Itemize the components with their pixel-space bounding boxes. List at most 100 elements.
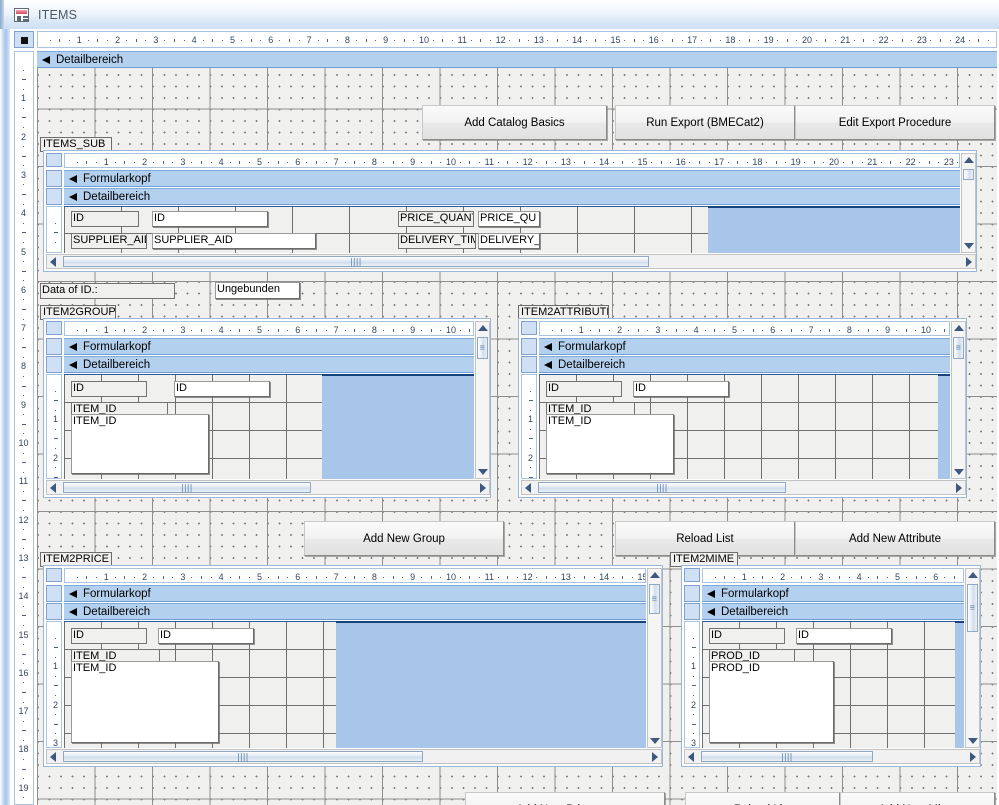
item2mime-vertical-scrollbar[interactable]: ≡ (965, 568, 980, 748)
edit-export-procedure-button[interactable]: Edit Export Procedure (795, 105, 995, 140)
reload-list-mime-button[interactable]: Reload List (685, 792, 840, 805)
item2group-horizontal-scrollbar[interactable]: |||| (46, 480, 490, 495)
window-left-edge (0, 0, 4, 29)
items-sub-price-quant-label[interactable]: PRICE_QUANT (398, 211, 474, 227)
item2group-header-selector[interactable] (46, 338, 62, 355)
main-detail-section-bar[interactable]: Detailbereich (37, 51, 997, 68)
add-new-pricetype-button[interactable]: Add New Pricetype (465, 792, 665, 805)
item2group-selector[interactable] (46, 321, 62, 335)
item2price-design-area[interactable]: ID ID ITEM_ID ITEM_ID (64, 621, 646, 748)
item2price-detail-selector[interactable] (46, 603, 62, 620)
item2mime-vertical-ruler[interactable]: 123 (684, 621, 700, 748)
items-sub-selection-region (708, 206, 960, 253)
item2mime-design-area[interactable]: ID ID PROD_ID PROD_ID (702, 621, 964, 748)
item2group-form-header-bar[interactable]: Formularkopf (64, 338, 474, 355)
item2price-id-label[interactable]: ID (71, 628, 147, 644)
item2price-horizontal-ruler[interactable]: 123456789101112131415 (64, 568, 646, 583)
item2attribute-horizontal-scrollbar[interactable]: |||| (521, 480, 966, 495)
items-sub-delivery-time-label[interactable]: DELIVERY_TIM (398, 233, 476, 249)
items-sub-supplier-aid-label[interactable]: SUPPLIER_AID (71, 233, 147, 249)
items-sub-vertical-ruler[interactable] (46, 206, 62, 253)
items-sub-delivery-time-textbox[interactable]: DELIVERY_ (478, 233, 540, 249)
items-sub-id-label[interactable]: ID (71, 211, 139, 227)
designer-frame: 123456789101112131415161718192021222324 … (0, 29, 999, 805)
access-form-designer: ITEMS 1234567891011121314151617181920212… (0, 0, 999, 805)
item2mime-subform[interactable]: 123456 Formularkopf Detailbereich 123 (681, 565, 981, 767)
items-sub-id-textbox[interactable]: ID (152, 211, 268, 227)
form-selector-button[interactable] (14, 31, 34, 48)
items-sub-subform[interactable]: 1234567891011121314151617181920212223 Fo… (43, 150, 977, 272)
items-sub-selector[interactable] (46, 153, 62, 167)
item2attribute-design-area[interactable]: ID ID ITEM_ID ITEM_ID (539, 374, 950, 479)
item2attribute-detail-selector[interactable] (521, 356, 537, 373)
item2attribute-vertical-ruler[interactable]: 12 (521, 374, 537, 479)
item2attribute-horizontal-ruler[interactable]: 12345678910 (539, 321, 950, 336)
item2attribute-item-id-textbox[interactable]: ITEM_ID (546, 414, 674, 474)
item2mime-detail-selector[interactable] (684, 603, 700, 620)
add-new-mime-button[interactable]: Add New Mime (840, 792, 995, 805)
add-new-attribute-button[interactable]: Add New Attribute (795, 521, 995, 556)
item2attribute-subform[interactable]: 12345678910 Formularkopf Detailbereich 1… (518, 318, 967, 498)
form-design-canvas[interactable]: Detailbereich Add Catalog Basics Run Exp… (37, 51, 997, 805)
item2price-horizontal-scrollbar[interactable]: |||| (46, 749, 662, 764)
item2mime-detail-bar[interactable]: Detailbereich (702, 603, 964, 620)
item2mime-prod-id-textbox[interactable]: PROD_ID (709, 661, 834, 743)
item2attribute-detail-bar[interactable]: Detailbereich (539, 356, 950, 373)
item2price-subform[interactable]: 123456789101112131415 Formularkopf Detai… (43, 565, 663, 767)
item2group-detail-selector[interactable] (46, 356, 62, 373)
item2group-id-label[interactable]: ID (71, 381, 147, 397)
items-sub-supplier-aid-textbox[interactable]: SUPPLIER_AID (152, 233, 316, 249)
item2group-design-area[interactable]: ID ID ITEM_ID ITEM_ID (64, 374, 474, 479)
item2attribute-header-selector[interactable] (521, 338, 537, 355)
item2group-vertical-ruler[interactable]: 12 (46, 374, 62, 479)
vertical-ruler[interactable]: 12345678910111213141516171819 (14, 51, 34, 805)
item2group-vertical-scrollbar[interactable]: ≡ (475, 321, 490, 479)
item2attribute-selection-region (938, 374, 950, 479)
item2group-subform[interactable]: 12345678910 Formularkopf Detailbereich 1… (43, 318, 491, 498)
item2group-item-id-textbox[interactable]: ITEM_ID (71, 414, 209, 474)
item2price-vertical-ruler[interactable]: 123 (46, 621, 62, 748)
data-of-id-label[interactable]: Data of ID.: (40, 283, 175, 299)
horizontal-ruler[interactable]: 123456789101112131415161718192021222324 (37, 31, 997, 48)
item2mime-id-textbox[interactable]: ID (796, 628, 892, 644)
window-title: ITEMS (38, 8, 77, 22)
item2attribute-id-textbox[interactable]: ID (633, 381, 729, 397)
items-sub-form-header-bar[interactable]: Formularkopf (64, 170, 960, 187)
item2attribute-selector[interactable] (521, 321, 537, 335)
items-sub-header-selector[interactable] (46, 170, 62, 187)
item2price-id-textbox[interactable]: ID (158, 628, 254, 644)
left-window-strip (0, 29, 10, 805)
item2price-form-header-bar[interactable]: Formularkopf (64, 585, 646, 602)
item2mime-horizontal-scrollbar[interactable]: |||| (684, 749, 980, 764)
item2group-horizontal-ruler[interactable]: 12345678910 (64, 321, 474, 336)
item2price-item-id-textbox[interactable]: ITEM_ID (71, 661, 219, 743)
item2attribute-vertical-scrollbar[interactable]: ≡ (951, 321, 966, 479)
add-catalog-basics-button[interactable]: Add Catalog Basics (422, 105, 607, 140)
items-sub-design-area[interactable]: ID ID SUPPLIER_AID SUPPLIER_AID PRICE_QU… (64, 206, 960, 253)
item2mime-id-label[interactable]: ID (709, 628, 785, 644)
item2attribute-form-header-bar[interactable]: Formularkopf (539, 338, 950, 355)
run-export-bmecat2-button[interactable]: Run Export (BMECat2) (615, 105, 795, 140)
run-export-bmecat2-label: Run Export (BMECat2) (646, 117, 764, 129)
items-sub-price-quant-textbox[interactable]: PRICE_QU (478, 211, 540, 227)
items-sub-detail-selector[interactable] (46, 188, 62, 205)
item2group-selection-region (322, 374, 474, 479)
item2group-detail-bar[interactable]: Detailbereich (64, 356, 474, 373)
item2mime-selector[interactable] (684, 568, 700, 582)
item2attribute-id-label[interactable]: ID (546, 381, 622, 397)
item2mime-header-selector[interactable] (684, 585, 700, 602)
item2mime-form-header-bar[interactable]: Formularkopf (702, 585, 964, 602)
items-sub-horizontal-scrollbar[interactable]: |||| (46, 254, 976, 269)
items-sub-horizontal-ruler[interactable]: 1234567891011121314151617181920212223 (64, 153, 960, 168)
add-new-group-button[interactable]: Add New Group (304, 521, 504, 556)
item2price-selector[interactable] (46, 568, 62, 582)
item2price-detail-bar[interactable]: Detailbereich (64, 603, 646, 620)
data-of-id-textbox[interactable]: Ungebunden (215, 282, 300, 299)
items-sub-detail-bar[interactable]: Detailbereich (64, 188, 960, 205)
item2price-vertical-scrollbar[interactable]: ≡ (647, 568, 662, 748)
item2mime-horizontal-ruler[interactable]: 123456 (702, 568, 964, 583)
items-sub-vertical-scrollbar[interactable] (961, 153, 976, 253)
item2group-id-textbox[interactable]: ID (174, 381, 270, 397)
reload-list-attribute-button[interactable]: Reload List (615, 521, 795, 556)
item2price-header-selector[interactable] (46, 585, 62, 602)
